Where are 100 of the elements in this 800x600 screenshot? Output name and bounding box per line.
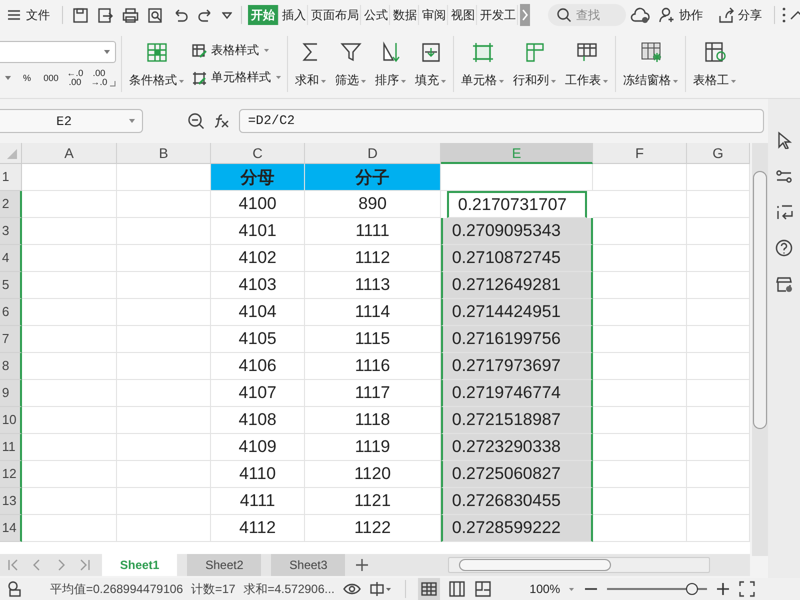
- file-menu-button[interactable]: 文件: [4, 6, 56, 24]
- row-header[interactable]: 7: [0, 326, 22, 353]
- table-cell: [687, 407, 750, 434]
- store-icon[interactable]: [775, 275, 793, 293]
- column-header[interactable]: D: [305, 143, 441, 164]
- table-cell: 0.2725060827: [441, 461, 593, 488]
- ribbon-tab[interactable]: 公式: [363, 5, 390, 25]
- table-cell: 4102: [211, 245, 305, 272]
- column-header[interactable]: G: [687, 143, 750, 164]
- row-header[interactable]: 9: [0, 380, 22, 407]
- row-header[interactable]: 5: [0, 272, 22, 299]
- search-field[interactable]: 查找: [548, 4, 626, 26]
- ribbon-button[interactable]: 求和: [293, 40, 328, 88]
- number-format-button[interactable]: ←.0 .00: [66, 69, 84, 87]
- dropdown-icon: [222, 12, 232, 18]
- column-header[interactable]: C: [211, 143, 305, 164]
- row-header[interactable]: 2: [0, 191, 22, 218]
- page-view-icon[interactable]: [448, 580, 466, 598]
- zoom-slider-thumb[interactable]: [686, 583, 698, 595]
- name-box[interactable]: E2: [0, 109, 143, 133]
- row-header[interactable]: 12: [0, 461, 22, 488]
- table-cell: 4111: [211, 488, 305, 515]
- ribbon-button[interactable]: 单元格样式: [191, 69, 282, 86]
- number-format-field[interactable]: [0, 41, 116, 63]
- ribbon-button[interactable]: 冻结窗格: [621, 40, 680, 88]
- number-format-button[interactable]: %: [18, 74, 36, 82]
- page-break-icon[interactable]: [474, 580, 492, 598]
- share-button[interactable]: 分享: [717, 6, 762, 24]
- row-header[interactable]: 14: [0, 515, 22, 542]
- row-header[interactable]: 1: [0, 164, 22, 191]
- number-format-button[interactable]: 000: [42, 74, 60, 82]
- save-icon: [72, 6, 89, 24]
- ribbon-button[interactable]: 表格样式: [191, 42, 282, 59]
- zoom-level[interactable]: 100%: [530, 582, 560, 596]
- column-header[interactable]: B: [117, 143, 211, 164]
- ribbon-tab[interactable]: 数据: [392, 5, 419, 25]
- sheet-tab[interactable]: Sheet2: [187, 554, 262, 576]
- caret-icon[interactable]: [568, 586, 576, 592]
- ribbon-button[interactable]: 条件格式: [127, 40, 186, 88]
- table-cell: 0.2721518987: [441, 407, 593, 434]
- row-header[interactable]: 3: [0, 218, 22, 245]
- ribbon-tab[interactable]: 插入: [281, 5, 308, 25]
- caret-icon: [400, 78, 407, 84]
- table-cell: 0.2170731707: [447, 191, 587, 218]
- ribbon-button[interactable]: 单元格: [459, 40, 506, 88]
- row-header[interactable]: 4: [0, 245, 22, 272]
- share-icon: [717, 6, 735, 24]
- dropdown-icon: [103, 48, 111, 56]
- ribbon-tab[interactable]: 审阅: [421, 5, 448, 25]
- row-header[interactable]: 6: [0, 299, 22, 326]
- table-cell: 0.2723290338: [441, 434, 593, 461]
- ribbon-button[interactable]: 填充: [413, 40, 448, 88]
- row-header[interactable]: 11: [0, 434, 22, 461]
- table-cell: [687, 515, 750, 542]
- fullscreen-icon[interactable]: [739, 581, 756, 597]
- normal-view-button[interactable]: [418, 578, 440, 600]
- ribbon-button[interactable]: 行和列: [511, 40, 558, 88]
- person-add-icon: [658, 6, 676, 24]
- ribbon-tab[interactable]: 页面布局: [310, 5, 361, 25]
- dropdown-icon: [4, 74, 12, 82]
- corner-triangle-icon: [5, 147, 19, 161]
- horizontal-scrollbar[interactable]: [448, 557, 710, 573]
- ribbon-button[interactable]: 表格工: [691, 40, 738, 88]
- collaborate-button[interactable]: 协作: [658, 6, 703, 24]
- table-cell: [687, 218, 750, 245]
- launcher-icon[interactable]: [109, 80, 116, 87]
- more-tabs-button[interactable]: [520, 4, 530, 26]
- row-header[interactable]: 13: [0, 488, 22, 515]
- plus-icon[interactable]: [355, 558, 370, 572]
- ribbon-tab[interactable]: 开发工: [479, 5, 518, 25]
- vertical-scrollbar[interactable]: [752, 143, 768, 556]
- row-header[interactable]: 10: [0, 407, 22, 434]
- table-cell: 4107: [211, 380, 305, 407]
- ribbon-button[interactable]: 排序: [373, 40, 408, 88]
- ribbon-button[interactable]: 筛选: [333, 40, 368, 88]
- row-header[interactable]: 8: [0, 353, 22, 380]
- table-cell: 0.2726830455: [441, 488, 593, 515]
- function-icon[interactable]: [213, 112, 231, 130]
- zoom-icon[interactable]: [187, 112, 205, 130]
- dropdown-button[interactable]: [219, 10, 235, 20]
- input-method-icon[interactable]: [368, 580, 393, 598]
- column-header[interactable]: A: [22, 143, 117, 164]
- number-format-button[interactable]: .00 →.0: [90, 69, 108, 87]
- formula-field[interactable]: =D2/C2: [239, 109, 764, 133]
- table-cell: 4101: [211, 218, 305, 245]
- column-header[interactable]: F: [593, 143, 687, 164]
- caret-icon: [672, 78, 679, 84]
- ribbon-button[interactable]: 工作表: [563, 40, 610, 88]
- table-cell: 0.2712649281: [441, 272, 593, 299]
- zoom-in-icon[interactable]: [715, 582, 732, 596]
- ribbon-tab[interactable]: 视图: [450, 5, 477, 25]
- transpose-icon[interactable]: [775, 203, 793, 221]
- dropdown-icon: [128, 117, 136, 125]
- help-icon[interactable]: [775, 239, 793, 257]
- print-icon: [122, 6, 139, 24]
- sheet-tab[interactable]: Sheet3: [271, 554, 346, 576]
- table-cell: 0.2710872745: [441, 245, 593, 272]
- table-cell: [687, 245, 750, 272]
- caret-icon: [275, 75, 282, 80]
- more-vertical-icon[interactable]: [781, 6, 787, 24]
